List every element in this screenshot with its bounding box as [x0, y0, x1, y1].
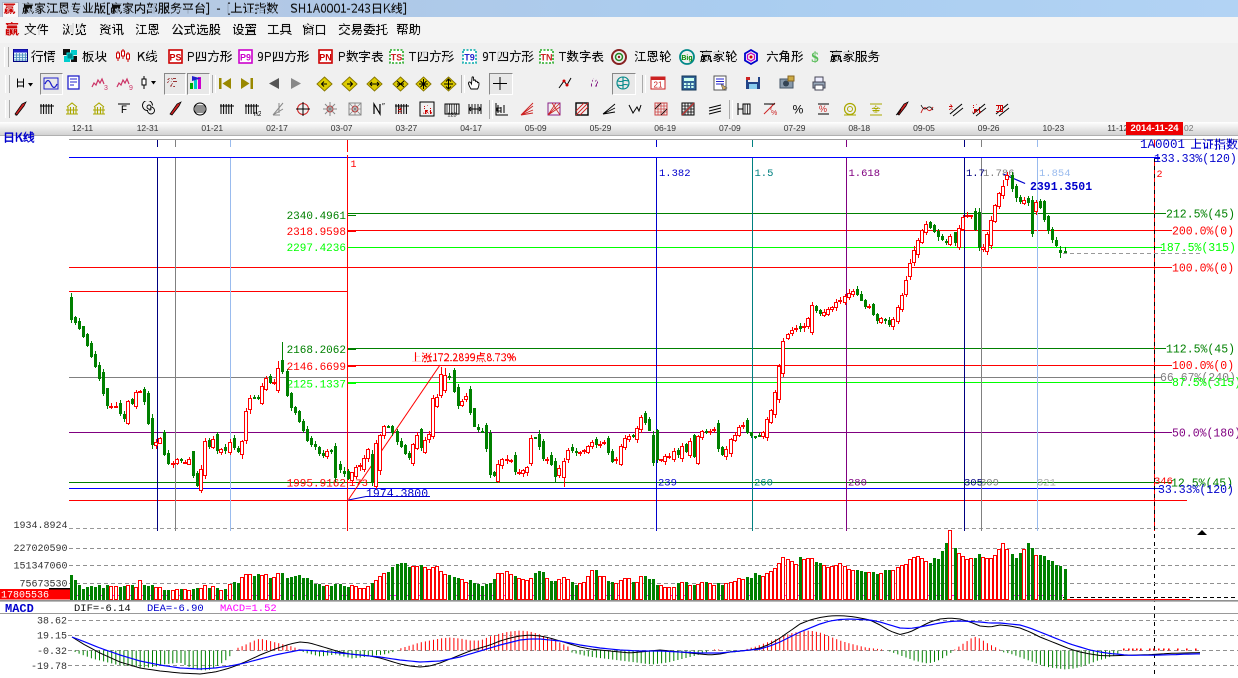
svg-text:1934.8924: 1934.8924: [13, 521, 67, 532]
svg-text:1995.9162: 1995.9162: [287, 479, 346, 491]
svg-text:1.382: 1.382: [659, 168, 691, 180]
svg-text:50.0%(180): 50.0%(180): [1172, 428, 1238, 441]
svg-text:-0.32: -0.32: [37, 647, 67, 658]
svg-text:1.618: 1.618: [849, 168, 881, 180]
svg-text:112.5%(45): 112.5%(45): [1166, 343, 1235, 356]
svg-text:1974.3800: 1974.3800: [366, 488, 428, 501]
svg-text:1.854: 1.854: [1039, 168, 1071, 180]
svg-text:2318.9598: 2318.9598: [287, 227, 346, 239]
svg-text:212.5%(45): 212.5%(45): [1166, 209, 1235, 222]
svg-text:2168.2062: 2168.2062: [287, 345, 346, 357]
svg-text:38.62: 38.62: [37, 617, 67, 628]
svg-text:346: 346: [1154, 476, 1173, 488]
svg-text:321: 321: [1037, 478, 1056, 490]
svg-text:260: 260: [754, 478, 773, 490]
svg-text:151347060: 151347060: [13, 562, 67, 573]
svg-text:2: 2: [1157, 170, 1163, 181]
svg-text:239: 239: [658, 478, 677, 490]
svg-text:19.15: 19.15: [37, 632, 67, 643]
svg-text:1: 1: [351, 160, 357, 171]
svg-text:227020590: 227020590: [13, 544, 67, 555]
svg-text:1.5: 1.5: [755, 168, 774, 180]
svg-text:17805536: 17805536: [1, 591, 49, 602]
svg-text:309: 309: [980, 478, 999, 490]
svg-text:2297.4236: 2297.4236: [287, 243, 346, 255]
svg-text:1.786: 1.786: [983, 168, 1015, 180]
svg-text:-19.78: -19.78: [31, 662, 67, 673]
svg-text:2340.4961: 2340.4961: [287, 211, 347, 223]
svg-text:280: 280: [848, 478, 867, 490]
svg-text:133.33%(120): 133.33%(120): [1154, 153, 1237, 166]
svg-text:2125.1337: 2125.1337: [287, 380, 346, 392]
svg-text:87.5%(315): 87.5%(315): [1172, 377, 1238, 390]
svg-text:2391.3501: 2391.3501: [1030, 181, 1092, 194]
svg-text:2146.6699: 2146.6699: [287, 362, 346, 374]
svg-text:200.0%(0): 200.0%(0): [1172, 226, 1234, 239]
svg-text:100.0%(0): 100.0%(0): [1172, 263, 1234, 276]
